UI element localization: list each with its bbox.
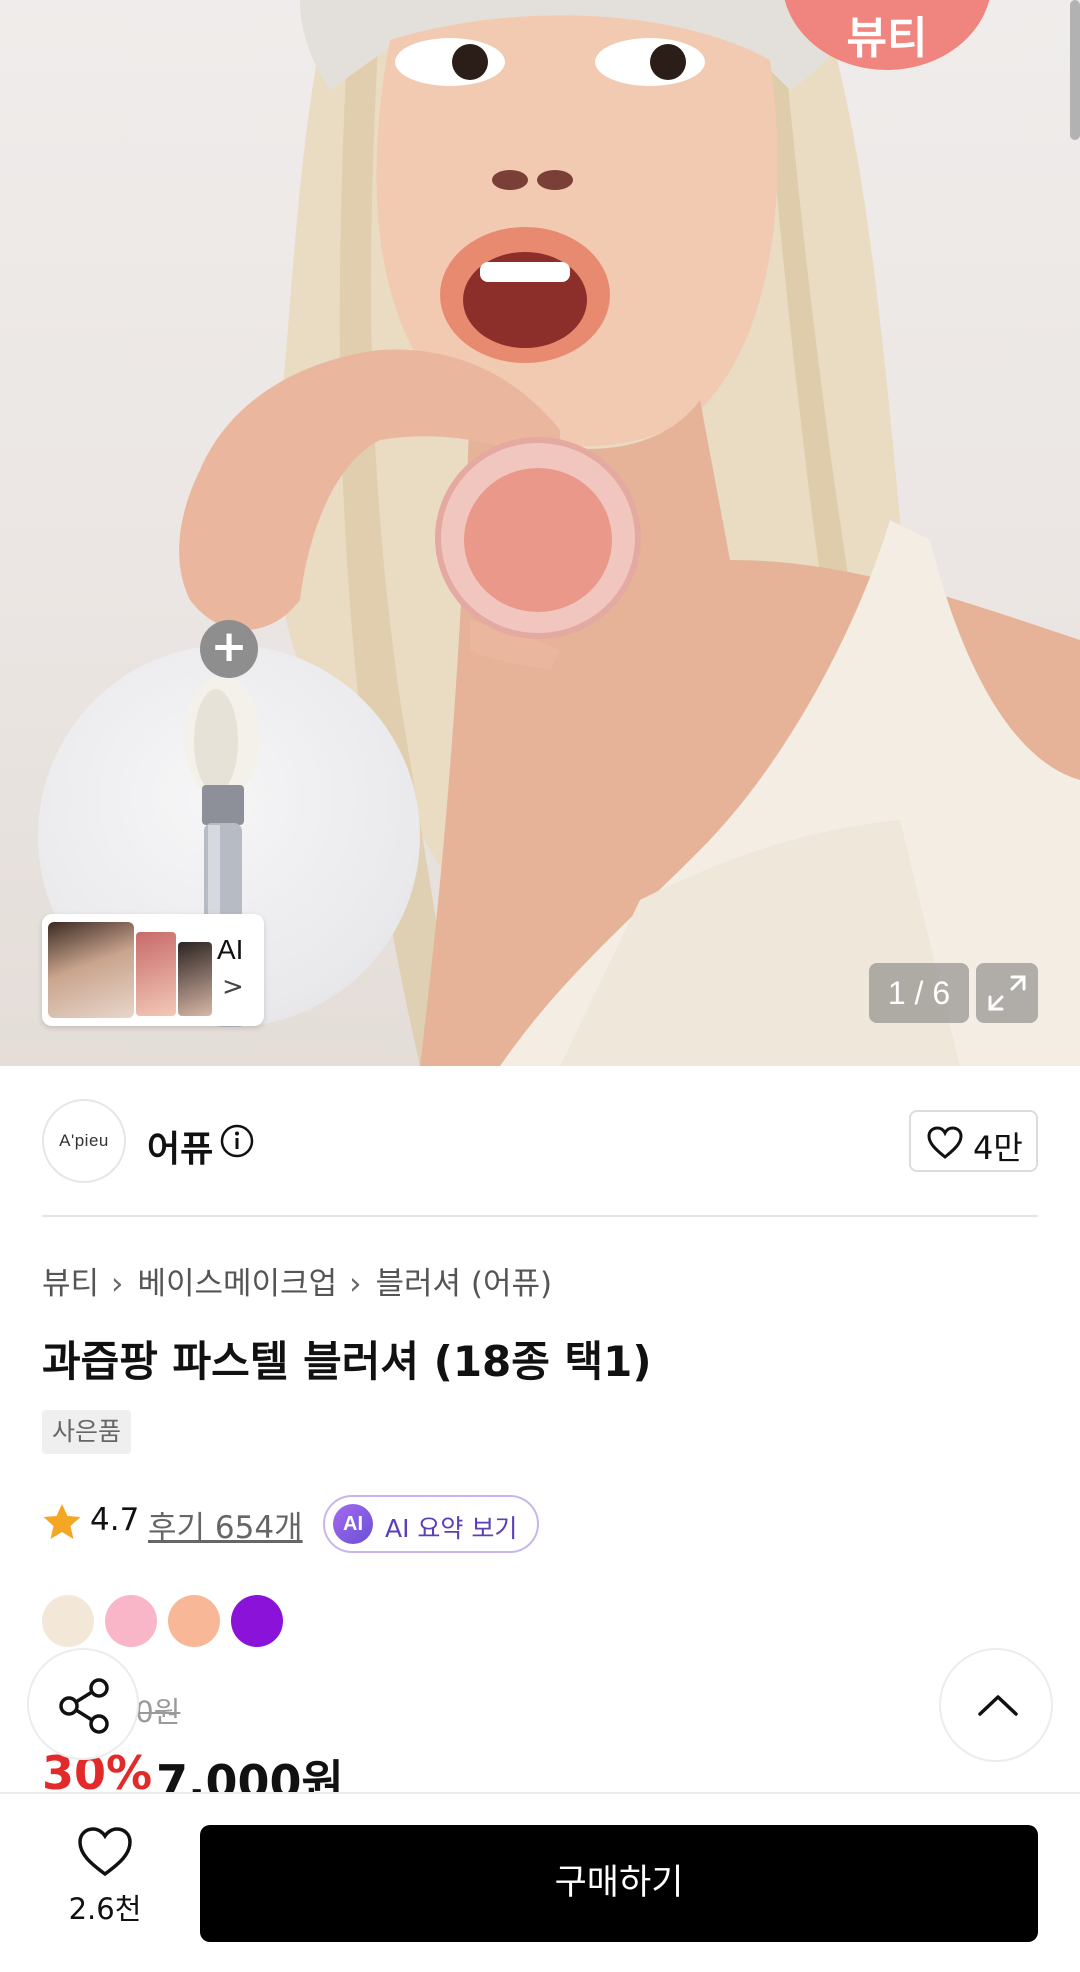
color-swatch[interactable] [168, 1595, 220, 1647]
ai-style-card[interactable]: AI > [42, 914, 264, 1026]
product-title: 과즙팡 파스텔 블러셔 (18종 택1) [42, 1337, 652, 1386]
breadcrumb-item-base-makeup[interactable]: 베이스메이크업 [137, 1266, 337, 1302]
heart-icon [78, 1827, 132, 1877]
review-count-link[interactable]: 후기 654개 [148, 1502, 303, 1547]
scrollbar-thumb[interactable] [1070, 0, 1080, 140]
chevron-right-icon: > [222, 972, 244, 1002]
wishlist-count: 2.6천 [68, 1892, 142, 1926]
brand-like-count: 4만 [973, 1129, 1023, 1167]
breadcrumb: 뷰티 › 베이스메이크업 › 블러셔 (어퓨) [42, 1258, 552, 1303]
style-thumbnail [136, 932, 176, 1016]
breadcrumb-item-beauty[interactable]: 뷰티 [42, 1266, 99, 1302]
heart-icon [927, 1126, 963, 1159]
breadcrumb-item-blusher[interactable]: 블러셔 (어퓨) [376, 1266, 553, 1302]
add-bundle-plus-icon[interactable]: + [200, 620, 258, 678]
image-counter: 1 / 6 [869, 963, 969, 1023]
chevron-right-icon: › [349, 1266, 362, 1302]
brand-logo[interactable]: A'pieu [42, 1099, 126, 1183]
share-icon [59, 1678, 109, 1734]
chevron-up-icon [978, 1695, 1018, 1716]
expand-icon [988, 975, 1026, 1011]
color-swatch[interactable] [105, 1595, 157, 1647]
fullscreen-button[interactable] [976, 963, 1038, 1023]
gift-tag: 사은품 [42, 1410, 132, 1454]
ai-badge-icon: AI [333, 1504, 373, 1544]
product-image-carousel[interactable]: 뷰티 + AI > 1 / 6 [0, 0, 1080, 1066]
brand-name[interactable]: 어퓨 [147, 1120, 213, 1172]
info-icon[interactable] [220, 1124, 254, 1158]
divider [42, 1215, 1038, 1217]
rating-value: 4.7 [90, 1502, 140, 1538]
ai-card-label: AI [217, 934, 244, 965]
brand-like-button[interactable]: 4만 [909, 1110, 1038, 1172]
ai-summary-button[interactable]: AI AI 요약 보기 [323, 1495, 539, 1553]
color-swatch[interactable] [231, 1595, 283, 1647]
style-thumbnail [178, 942, 212, 1016]
wishlist-button[interactable]: 2.6천 [52, 1826, 158, 1936]
share-button[interactable] [27, 1648, 139, 1760]
style-thumbnail [48, 922, 134, 1018]
ai-summary-label: AI 요약 보기 [385, 1514, 518, 1543]
color-swatch[interactable] [42, 1595, 94, 1647]
scroll-to-top-button[interactable] [939, 1648, 1053, 1762]
chevron-right-icon: › [111, 1266, 124, 1302]
star-icon [43, 1504, 81, 1539]
ai-style-thumbnails [48, 922, 218, 1018]
buy-button[interactable]: 구매하기 [200, 1825, 1038, 1942]
